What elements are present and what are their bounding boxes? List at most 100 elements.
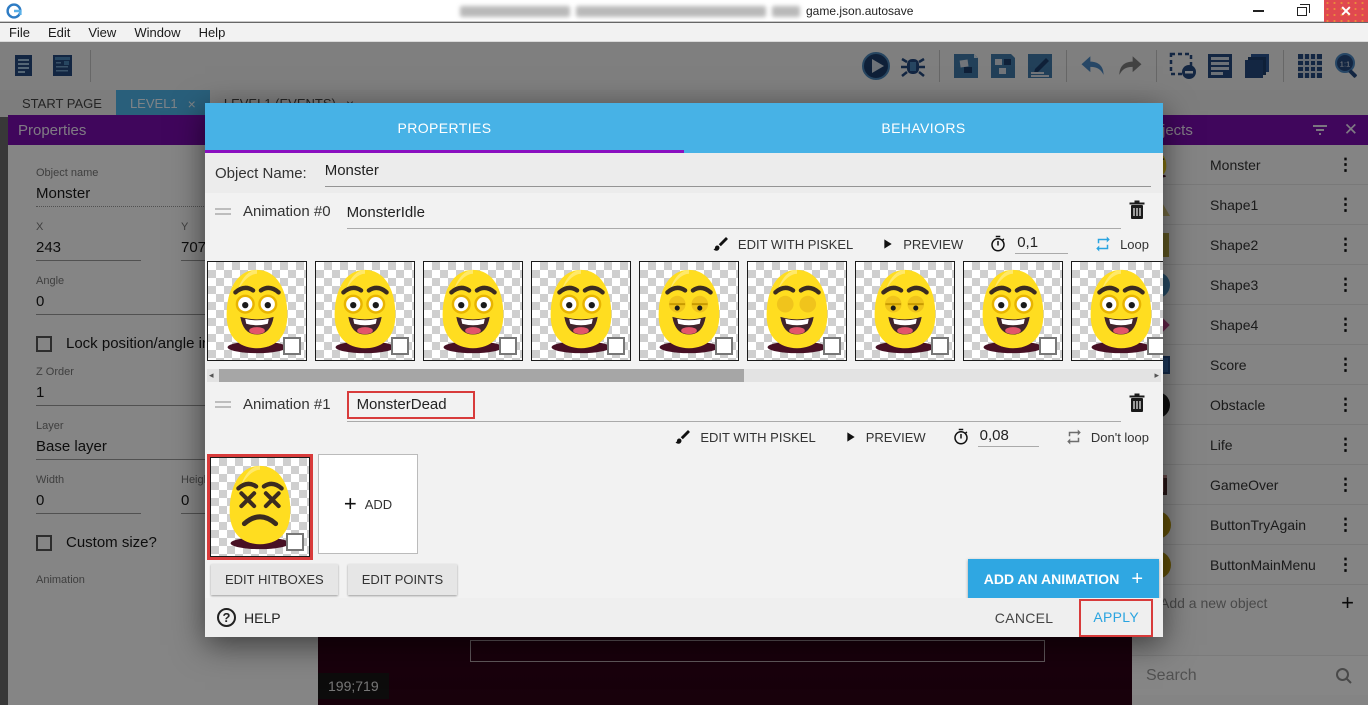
animation-actions-row: EDIT HITBOXES EDIT POINTS ADD AN ANIMATI… <box>205 560 1163 598</box>
annotation-box: APPLY <box>1079 599 1153 637</box>
scroll-left-icon[interactable]: ◂ <box>209 369 214 382</box>
animation-1-header: Animation #1 MonsterDead <box>205 386 1163 422</box>
add-animation-label: ADD AN ANIMATION <box>984 571 1120 587</box>
edit-with-piskel-label: EDIT WITH PISKEL <box>738 237 853 252</box>
loop-toggle[interactable]: Loop <box>1094 235 1149 253</box>
animation-frame[interactable] <box>315 261 415 361</box>
menu-edit[interactable]: Edit <box>39 25 79 40</box>
close-icon: ✕ <box>1340 4 1352 18</box>
active-tab-indicator <box>205 150 684 153</box>
add-frame-label: ADD <box>365 497 392 512</box>
play-icon <box>879 236 895 252</box>
animation-0-header: Animation #0 MonsterIdle <box>205 193 1163 229</box>
animation-0-name-input[interactable]: MonsterIdle <box>347 204 425 221</box>
scroll-right-icon[interactable]: ▸ <box>1154 369 1159 382</box>
menu-help[interactable]: Help <box>190 25 235 40</box>
edit-with-piskel-button[interactable]: EDIT WITH PISKEL <box>674 428 815 446</box>
dialog-tab-behaviors[interactable]: BEHAVIORS <box>684 103 1163 153</box>
preview-button[interactable]: PREVIEW <box>842 429 926 445</box>
animation-0-title: Animation #0 <box>243 203 331 220</box>
frame-checkbox[interactable] <box>931 337 949 355</box>
trash-icon <box>1129 393 1145 413</box>
time-between-frames-field[interactable]: 0,1 <box>989 234 1068 254</box>
redacted-title-segment <box>576 6 766 17</box>
edit-points-button[interactable]: EDIT POINTS <box>348 564 457 595</box>
redacted-title-segment <box>772 6 800 17</box>
animation-frame[interactable] <box>855 261 955 361</box>
frame-checkbox[interactable] <box>607 337 625 355</box>
annotation-box: MonsterDead <box>347 391 475 419</box>
animation-frame[interactable] <box>423 261 523 361</box>
minimize-button[interactable] <box>1236 0 1280 22</box>
cancel-button[interactable]: CANCEL <box>995 610 1054 626</box>
restore-button[interactable] <box>1280 0 1324 22</box>
loop-icon <box>1065 428 1083 446</box>
edit-with-piskel-button[interactable]: EDIT WITH PISKEL <box>712 235 853 253</box>
animation-frame[interactable] <box>747 261 847 361</box>
timer-icon <box>989 235 1007 253</box>
window-title-text: game.json.autosave <box>806 4 913 18</box>
animation-frame[interactable] <box>639 261 739 361</box>
loop-label: Loop <box>1120 237 1149 252</box>
frame-checkbox[interactable] <box>823 337 841 355</box>
apply-button[interactable]: APPLY <box>1093 609 1139 625</box>
dialog-footer: ? HELP CANCEL APPLY <box>205 598 1163 637</box>
animation-1-title: Animation #1 <box>243 396 331 413</box>
drag-handle-icon[interactable] <box>215 208 231 215</box>
minimize-icon <box>1253 10 1264 12</box>
frame-checkbox[interactable] <box>715 337 733 355</box>
help-button[interactable]: ? HELP <box>217 608 281 627</box>
animation-frame[interactable] <box>963 261 1063 361</box>
drag-handle-icon[interactable] <box>215 401 231 408</box>
add-animation-button[interactable]: ADD AN ANIMATION + <box>968 559 1159 600</box>
dialog-tab-bar: PROPERTIES BEHAVIORS <box>205 103 1163 153</box>
frames-scrollbar[interactable]: ◂ ▸ <box>207 369 1161 382</box>
loop-label: Don't loop <box>1091 430 1149 445</box>
frame-checkbox[interactable] <box>283 337 301 355</box>
help-label: HELP <box>244 610 281 626</box>
animation-1-controls: EDIT WITH PISKEL PREVIEW 0,08 Don't loop <box>205 422 1163 452</box>
loop-toggle[interactable]: Don't loop <box>1065 428 1149 446</box>
brush-icon <box>674 428 692 446</box>
object-name-input[interactable]: Monster <box>325 162 379 179</box>
animation-frame[interactable] <box>207 261 307 361</box>
plus-icon: + <box>1131 568 1143 591</box>
play-icon <box>842 429 858 445</box>
frame-checkbox[interactable] <box>1039 337 1057 355</box>
help-icon: ? <box>217 608 236 627</box>
animation-frame[interactable] <box>1071 261 1163 361</box>
dialog-tab-properties[interactable]: PROPERTIES <box>205 103 684 153</box>
animation-frame[interactable] <box>210 457 310 557</box>
delete-animation-button[interactable] <box>1129 393 1145 418</box>
menu-file[interactable]: File <box>0 25 39 40</box>
add-frame-button[interactable]: + ADD <box>318 454 418 554</box>
edit-hitboxes-button[interactable]: EDIT HITBOXES <box>211 564 338 595</box>
frame-checkbox[interactable] <box>286 533 304 551</box>
preview-label: PREVIEW <box>866 430 926 445</box>
brush-icon <box>712 235 730 253</box>
frame-checkbox[interactable] <box>391 337 409 355</box>
delete-animation-button[interactable] <box>1129 200 1145 225</box>
close-window-button[interactable]: ✕ <box>1324 0 1368 22</box>
object-editor-dialog: PROPERTIES BEHAVIORS Object Name: Monste… <box>205 103 1163 637</box>
window-title: game.json.autosave <box>460 2 913 20</box>
time-between-frames-field[interactable]: 0,08 <box>952 427 1039 447</box>
time-value[interactable]: 0,1 <box>1015 234 1068 254</box>
title-bar: game.json.autosave ✕ <box>0 0 1368 22</box>
plus-icon: + <box>344 491 357 517</box>
frame-checkbox[interactable] <box>1147 337 1163 355</box>
preview-label: PREVIEW <box>903 237 963 252</box>
menu-view[interactable]: View <box>79 25 125 40</box>
dialog-tab-label: PROPERTIES <box>398 120 492 136</box>
animation-frame[interactable] <box>531 261 631 361</box>
object-name-label: Object Name: <box>215 165 307 182</box>
preview-button[interactable]: PREVIEW <box>879 236 963 252</box>
time-value[interactable]: 0,08 <box>978 427 1039 447</box>
frame-checkbox[interactable] <box>499 337 517 355</box>
redacted-title-segment <box>460 6 570 17</box>
menu-window[interactable]: Window <box>125 25 189 40</box>
edit-with-piskel-label: EDIT WITH PISKEL <box>700 430 815 445</box>
animation-1-name-input[interactable]: MonsterDead <box>357 396 447 413</box>
animation-0-frames <box>205 259 1163 367</box>
scrollbar-thumb[interactable] <box>219 369 744 382</box>
